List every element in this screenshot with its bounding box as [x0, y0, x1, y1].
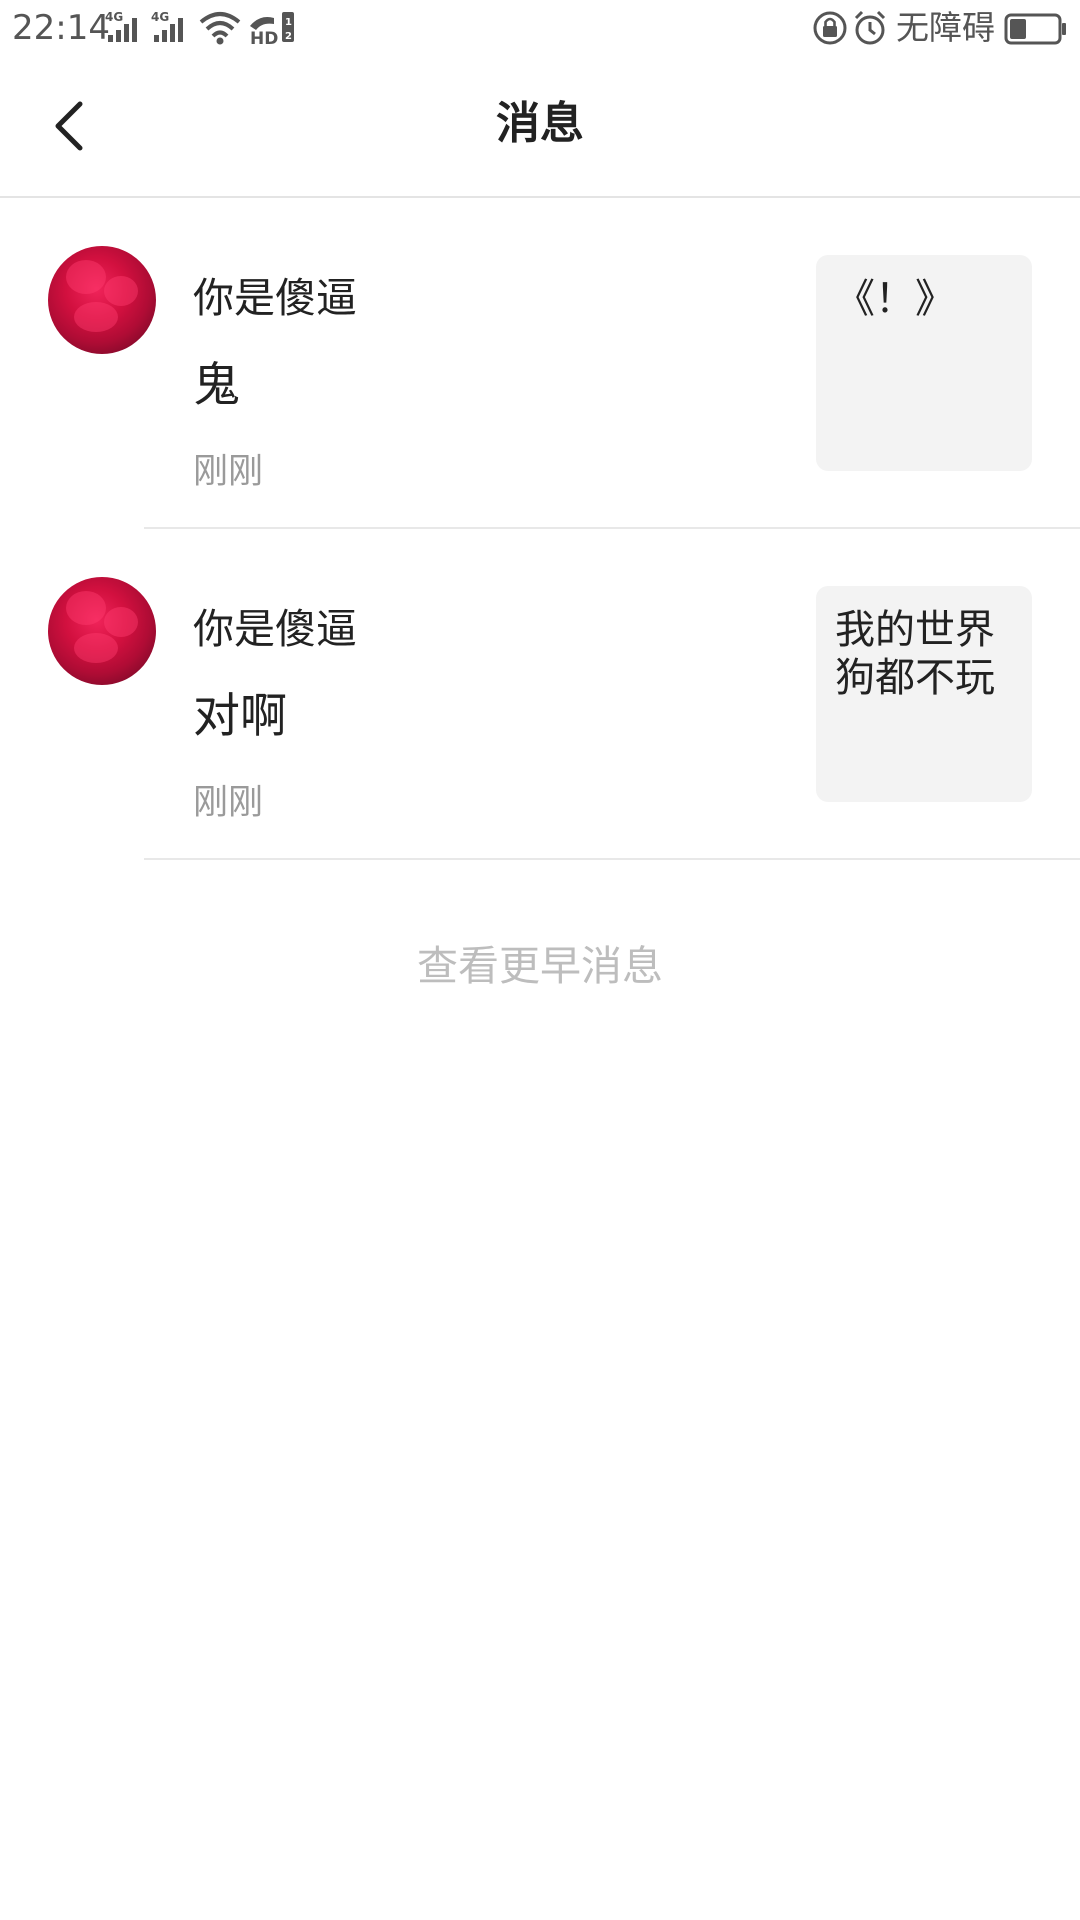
accessibility-label: 无障碍 [896, 8, 995, 47]
network-label: 4G [151, 10, 169, 24]
load-earlier-button[interactable]: 查看更早消息 [0, 938, 1080, 994]
battery-icon [1004, 8, 1068, 48]
signal-4g-icon: 4G [150, 8, 192, 48]
alarm-icon [852, 8, 888, 48]
screen-lock-icon [812, 8, 848, 48]
quoted-content[interactable]: 我的世界狗都不玩 [816, 586, 1032, 802]
wifi-icon [198, 8, 242, 48]
message-list: 你是傻逼 鬼 刚刚 《！》 你是傻逼 对啊 刚刚 我的世界狗都不玩 [0, 198, 1080, 860]
svg-text:2: 2 [285, 31, 292, 42]
message-time: 刚刚 [193, 783, 264, 823]
divider [144, 858, 1080, 860]
title-bar: 消息 [0, 56, 1080, 198]
avatar[interactable] [48, 577, 156, 685]
network-label: 4G [105, 10, 123, 24]
hd-label: HD [250, 29, 278, 48]
svg-text:1: 1 [285, 17, 292, 28]
sender-name: 你是傻逼 [193, 605, 357, 653]
signal-4g-icon: 4G [104, 8, 146, 48]
battery-level [1010, 19, 1026, 39]
hd-call-icon: HD 1 2 [248, 8, 296, 48]
sender-name: 你是傻逼 [193, 274, 357, 322]
page-title: 消息 [496, 98, 584, 149]
status-time: 22:14 [12, 8, 110, 48]
message-time: 刚刚 [193, 452, 264, 492]
status-bar: 22:14 4G 4G HD 1 2 无障碍 [0, 0, 1080, 56]
message-item[interactable]: 你是傻逼 对啊 刚刚 我的世界狗都不玩 [0, 529, 1080, 860]
message-text: 鬼 [193, 358, 240, 413]
quoted-content[interactable]: 《！》 [816, 255, 1032, 471]
avatar[interactable] [48, 246, 156, 354]
message-text: 对啊 [193, 689, 287, 744]
message-item[interactable]: 你是傻逼 鬼 刚刚 《！》 [0, 198, 1080, 529]
